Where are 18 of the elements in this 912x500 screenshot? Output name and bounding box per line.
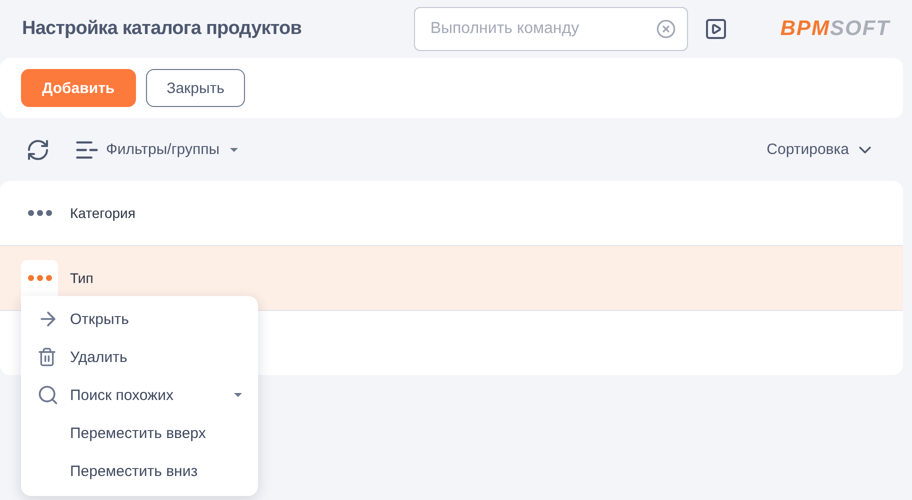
logo: BPMSOFT (780, 17, 890, 41)
menu-item[interactable]: Поиск похожих (21, 376, 258, 414)
row-label: Тип (70, 270, 94, 286)
more-button[interactable] (21, 260, 58, 296)
menu-item[interactable]: Переместить вверх (21, 414, 258, 452)
search-icon (37, 384, 59, 406)
filters-button[interactable]: Фильтры/группы (74, 136, 238, 162)
menu-item[interactable]: Переместить вниз (21, 452, 258, 490)
menu-item[interactable]: Открыть (21, 300, 258, 338)
command-field[interactable]: Выполнить команду (414, 7, 688, 51)
sort-button[interactable]: Сортировка (766, 140, 875, 160)
refresh-icon[interactable] (26, 138, 50, 162)
row-label: Категория (70, 205, 136, 221)
page-title: Настройка каталога продуктов (22, 18, 302, 40)
video-search-icon[interactable] (704, 17, 728, 41)
trash-icon (37, 347, 57, 367)
menu-item[interactable]: Удалить (21, 338, 258, 376)
close-button[interactable]: Закрыть (146, 69, 246, 107)
